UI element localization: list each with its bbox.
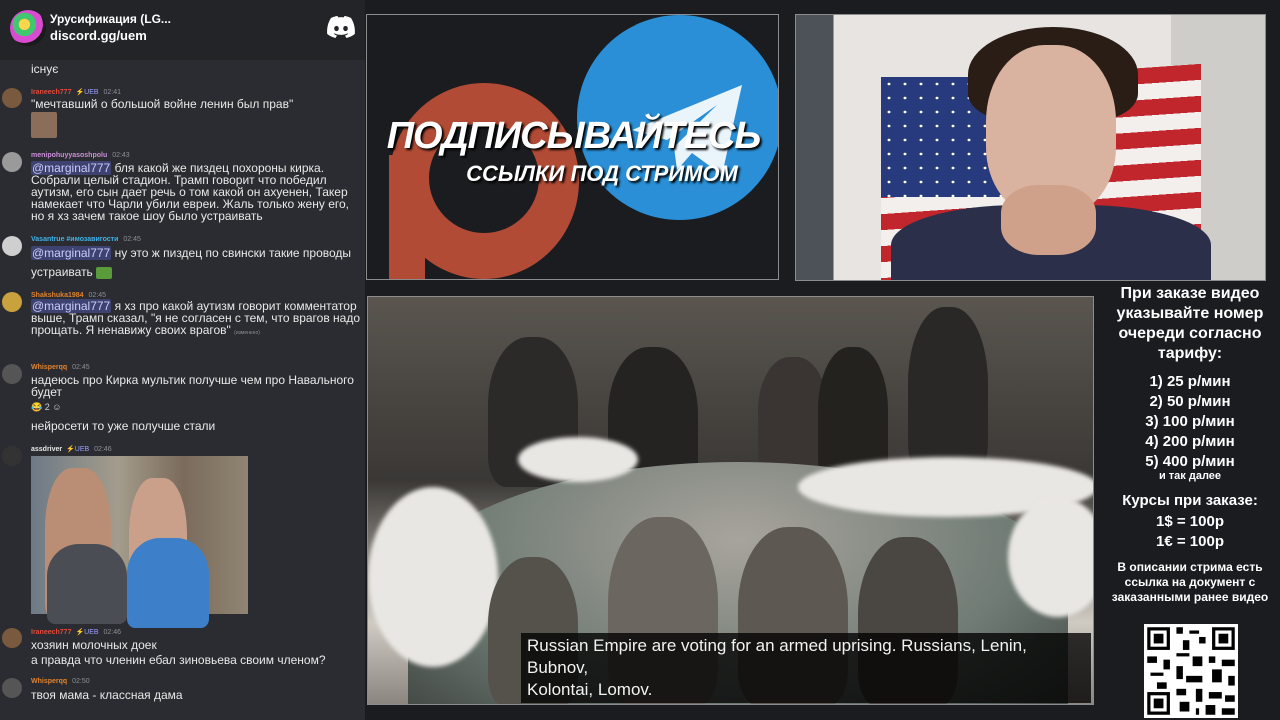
chat-panel: Урусификация (LG... discord.gg/uem існує… xyxy=(0,0,365,720)
reaction-bar[interactable]: 😂 2 ☺ xyxy=(31,402,61,413)
order-info-title: При заказе видео указывайте номер очеред… xyxy=(1116,285,1264,362)
streamer-hand xyxy=(1001,185,1096,255)
timestamp: 02:45 xyxy=(72,364,90,371)
avatar[interactable] xyxy=(2,152,22,172)
timestamp: 02:50 xyxy=(72,678,90,685)
video-figure xyxy=(908,307,988,477)
webcam-feed xyxy=(795,14,1266,281)
timestamp: 02:45 xyxy=(88,292,107,299)
message-text: @marginal777 я хз про какой аутизм говор… xyxy=(31,299,361,339)
message-meta: Whisperqq 02:50 xyxy=(31,678,90,685)
price-item: 2) 50 р/мин xyxy=(1149,393,1231,410)
badge: ⚡UEB xyxy=(75,629,99,636)
price-item: 1) 25 р/мин xyxy=(1149,373,1231,390)
avatar[interactable] xyxy=(2,292,22,312)
patreon-logo-bar xyxy=(389,155,425,279)
avatar[interactable] xyxy=(2,628,22,648)
subtitle-line: Bubnov, xyxy=(527,658,589,677)
edited-label: (изменено) xyxy=(234,330,260,336)
chat-header: Урусификация (LG... discord.gg/uem xyxy=(0,0,365,60)
subtitle-line: Kolontai, Lomov. xyxy=(527,680,653,699)
timestamp: 02:41 xyxy=(103,89,122,96)
promo-banner: ПОДПИСЫВАЙТЕСЬ ССЫЛКИ ПОД СТРИМОМ xyxy=(366,14,779,280)
laugh-emoji-icon: 😂 xyxy=(31,402,43,412)
emote-image xyxy=(31,112,57,138)
timestamp: 02:46 xyxy=(103,629,122,636)
reaction-count: 2 xyxy=(44,402,50,412)
price-item: 5) 400 р/мин xyxy=(1145,453,1235,470)
description-note: В описании стрима есть ссылка на докумен… xyxy=(1111,560,1269,604)
rate-item: 1$ = 100р xyxy=(1156,513,1224,530)
price-more: и так далее xyxy=(1158,470,1222,482)
username[interactable]: Vasantrue #имозавигости xyxy=(31,236,118,243)
price-item: 3) 100 р/мин xyxy=(1145,413,1235,430)
server-name: Урусификация (LG... xyxy=(50,12,171,26)
username[interactable]: Whisperqq xyxy=(31,678,67,685)
price-item: 4) 200 р/мин xyxy=(1145,433,1235,450)
message-text: твоя мама - классная дама xyxy=(31,688,183,702)
video-cloud xyxy=(368,487,498,667)
server-invite-link[interactable]: discord.gg/uem xyxy=(50,28,147,43)
message-meta: Shakshuka1984 02:45 xyxy=(31,292,106,299)
qr-code-icon[interactable] xyxy=(1144,624,1238,718)
video-player[interactable]: Russian Empire are voting for an armed u… xyxy=(367,296,1094,705)
avatar[interactable] xyxy=(2,446,22,466)
avatar[interactable] xyxy=(2,364,22,384)
mention[interactable]: @marginal777 xyxy=(31,246,112,260)
message-list[interactable]: існує Iraneech777 ⚡UEB 02:41 "мечтавший … xyxy=(0,60,365,720)
add-reaction-icon[interactable]: ☺ xyxy=(52,402,61,412)
username[interactable]: Shakshuka1984 xyxy=(31,292,84,299)
message-meta: Whisperqq 02:45 xyxy=(31,364,90,371)
emote-icon xyxy=(96,266,113,279)
video-cloud xyxy=(518,437,638,482)
message-text: а правда что членин ебал зиновьева своим… xyxy=(31,653,326,667)
video-subtitle: Russian Empire are voting for an armed u… xyxy=(521,633,1091,703)
message-text: @marginal777 ну это ж пиздец по свински … xyxy=(31,244,361,282)
message-text: нейросети то уже получше стали xyxy=(31,419,216,433)
username[interactable]: menipohuyyasoshpolu xyxy=(31,152,107,159)
message-meta: Iraneech777 ⚡UEB 02:46 xyxy=(31,628,121,636)
message-meta: assdriver ⚡UEB 02:46 xyxy=(31,445,112,453)
username[interactable]: Iraneech777 xyxy=(31,89,71,96)
username[interactable]: assdriver xyxy=(31,446,62,453)
avatar[interactable] xyxy=(2,678,22,698)
rates-list: 1$ = 100р 1€ = 100р xyxy=(1100,512,1280,552)
rates-title: Курсы при заказе: xyxy=(1122,492,1258,509)
timestamp: 02:46 xyxy=(94,446,112,453)
message-text: надеюсь про Кирка мультик получше чем пр… xyxy=(31,373,354,399)
message-meta: menipohuyyasoshpolu 02:43 xyxy=(31,152,130,159)
price-list: 1) 25 р/мин 2) 50 р/мин 3) 100 р/мин 4) … xyxy=(1100,372,1280,472)
message-meta: Iraneech777 ⚡UEB 02:41 xyxy=(31,88,121,96)
photo-shirt-left xyxy=(47,544,127,624)
username[interactable]: Whisperqq xyxy=(31,364,67,371)
avatar[interactable] xyxy=(2,88,22,108)
subtitle-line: Russian Empire are voting for an armed u… xyxy=(527,636,1027,655)
rate-item: 1€ = 100р xyxy=(1156,533,1224,550)
badge: ⚡UEB xyxy=(75,89,99,96)
avatar[interactable] xyxy=(2,236,22,256)
photo-shirt-right xyxy=(127,538,209,628)
attached-image[interactable] xyxy=(31,456,248,628)
promo-subtitle: ССЫЛКИ ПОД СТРИМОМ xyxy=(466,161,738,186)
message-text: хозяин молочных доек xyxy=(31,638,157,652)
server-icon[interactable] xyxy=(10,10,46,46)
message-meta: Vasantrue #имозавигости 02:45 xyxy=(31,236,141,243)
username[interactable]: Iraneech777 xyxy=(31,629,71,636)
message-text: "мечтавший о большой войне ленин был пра… xyxy=(31,97,294,111)
discord-icon xyxy=(327,16,355,38)
timestamp: 02:43 xyxy=(112,152,130,159)
promo-title: ПОДПИСЫВАЙТЕСЬ xyxy=(386,115,762,157)
timestamp: 02:45 xyxy=(123,236,141,243)
badge: ⚡UEB xyxy=(66,446,90,453)
message-text: існує xyxy=(31,62,59,76)
message-text: @marginal777 бля какой же пиздец похорон… xyxy=(31,161,361,222)
